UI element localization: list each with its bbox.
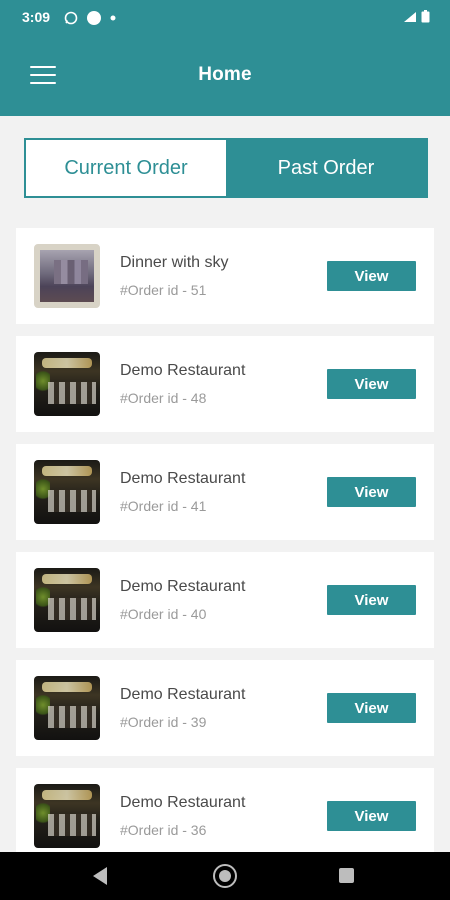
view-button[interactable]: View [327, 477, 416, 507]
status-bar: 3:09 [0, 0, 450, 36]
back-icon[interactable] [93, 867, 107, 885]
recents-icon[interactable] [339, 868, 354, 883]
tab-past-order[interactable]: Past Order [226, 140, 426, 196]
order-id: #Order id - 41 [120, 498, 207, 514]
order-card: Demo Restaurant #Order id - 39 View [16, 660, 434, 756]
status-time: 3:09 [22, 9, 51, 25]
order-card: Demo Restaurant #Order id - 48 View [16, 336, 434, 432]
order-tabs: Current Order Past Order [24, 138, 428, 198]
restaurant-name: Demo Restaurant [120, 470, 246, 487]
sky-building-image [34, 244, 100, 308]
order-card: Demo Restaurant #Order id - 40 View [16, 552, 434, 648]
order-id: #Order id - 40 [120, 606, 207, 622]
view-button[interactable]: View [327, 585, 416, 615]
app-bar: Home [0, 36, 450, 116]
order-id: #Order id - 39 [120, 714, 207, 730]
page-title: Home [198, 64, 252, 85]
restaurant-interior-image [34, 784, 100, 848]
restaurant-interior-image [34, 568, 100, 632]
restaurant-interior-image [34, 676, 100, 740]
view-button[interactable]: View [327, 369, 416, 399]
circle-notification-icon [87, 11, 101, 25]
restaurant-name: Demo Restaurant [120, 686, 246, 703]
order-card: Dinner with sky #Order id - 51 View [16, 228, 434, 324]
order-id: #Order id - 36 [120, 822, 207, 838]
order-id: #Order id - 51 [120, 282, 207, 298]
restaurant-interior-image [34, 352, 100, 416]
battery-icon [421, 10, 430, 23]
restaurant-name: Demo Restaurant [120, 362, 246, 379]
restaurant-name: Dinner with sky [120, 254, 229, 271]
system-nav-bar [0, 852, 450, 900]
view-button[interactable]: View [327, 801, 416, 831]
restaurant-name: Demo Restaurant [120, 578, 246, 595]
order-card: Demo Restaurant #Order id - 36 View [16, 768, 434, 864]
status-icons-right [403, 10, 430, 23]
restaurant-name: Demo Restaurant [120, 794, 246, 811]
status-icons-left [64, 10, 116, 26]
order-id: #Order id - 48 [120, 390, 207, 406]
order-card: Demo Restaurant #Order id - 41 View [16, 444, 434, 540]
order-list: Dinner with sky #Order id - 51 View Demo… [16, 228, 434, 876]
view-button[interactable]: View [327, 261, 416, 291]
restaurant-interior-image [34, 460, 100, 524]
home-icon[interactable] [213, 864, 237, 888]
tab-current-order[interactable]: Current Order [26, 140, 226, 196]
whatsapp-icon [64, 11, 78, 25]
signal-icon [404, 11, 416, 22]
view-button[interactable]: View [327, 693, 416, 723]
dot-icon [110, 15, 116, 21]
